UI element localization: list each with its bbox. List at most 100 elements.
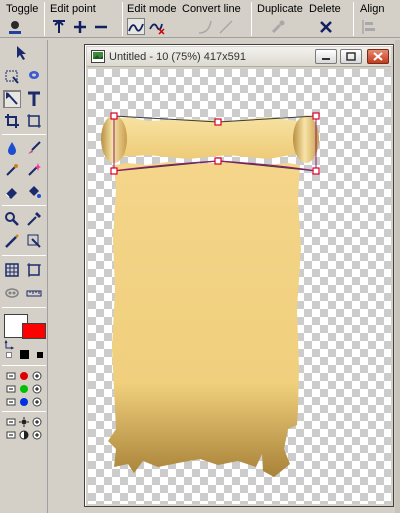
parchment-top-band — [110, 117, 302, 159]
convert-line-label: Convert line — [182, 3, 241, 15]
anchor-handle[interactable] — [110, 112, 118, 120]
ruler-icon — [26, 290, 42, 297]
edit-mode-delete-curve-button[interactable] — [148, 18, 166, 35]
parchment-scroll-artwork — [101, 112, 320, 477]
plus-icon — [74, 20, 86, 33]
edit-mode-curve-button[interactable] — [127, 18, 145, 35]
text-tool[interactable] — [25, 90, 43, 108]
brightness-indicator[interactable] — [18, 416, 30, 427]
add-point-button[interactable] — [71, 18, 89, 35]
channel-minus-button[interactable] — [5, 396, 17, 407]
blue-dot-icon — [20, 397, 28, 406]
document-title: Untitled - 10 (75%) 417x591 — [109, 51, 246, 63]
scroll-right-roll — [293, 115, 319, 163]
airbrush-tool[interactable] — [3, 161, 21, 179]
green-channel-dot[interactable] — [18, 383, 30, 394]
sun-icon — [19, 416, 29, 427]
swap-colors-button[interactable] — [4, 339, 16, 350]
small-black-swatch[interactable] — [37, 352, 43, 358]
select-point-button[interactable] — [50, 18, 68, 35]
anchor-handle[interactable] — [214, 157, 222, 165]
brightness-plus-button[interactable] — [31, 416, 43, 427]
anchor-handle[interactable] — [312, 112, 320, 120]
align-label: Align — [360, 3, 385, 15]
delete-button[interactable] — [317, 18, 335, 35]
brightness-minus-button[interactable] — [5, 416, 17, 427]
channel-plus-button[interactable] — [31, 396, 43, 407]
zoom-icon — [5, 212, 19, 226]
path-edit-icon — [6, 92, 18, 105]
airbrush-icon — [6, 164, 18, 176]
brush-tool[interactable] — [25, 139, 43, 157]
blue-channel-dot[interactable] — [18, 396, 30, 407]
green-dot-icon — [20, 384, 28, 393]
channel-minus-button[interactable] — [5, 383, 17, 394]
document-image-icon — [91, 50, 105, 63]
toggle-group: Toggle — [6, 0, 46, 38]
canvas-tool[interactable] — [25, 261, 43, 279]
convert-curve-button[interactable] — [196, 18, 214, 35]
eyedropper-tool[interactable] — [25, 210, 43, 228]
fill-bucket-icon — [8, 142, 16, 155]
anchor-handle[interactable] — [214, 118, 222, 126]
path-edit-tool[interactable] — [3, 90, 21, 108]
contrast-minus-button[interactable] — [5, 429, 17, 440]
contrast-row — [5, 429, 43, 440]
contrast-plus-button[interactable] — [31, 429, 43, 440]
red-channel-row — [5, 370, 43, 381]
mask-tool[interactable] — [3, 284, 21, 302]
background-color-swatch[interactable] — [22, 323, 46, 339]
channel-minus-button[interactable] — [5, 370, 17, 381]
toggle-button[interactable] — [6, 18, 24, 35]
eraser-tool[interactable] — [3, 183, 21, 201]
document-window: Untitled - 10 (75%) 417x591 — [84, 44, 394, 507]
minimize-button[interactable] — [315, 49, 337, 64]
maximize-icon — [346, 52, 356, 61]
image-canvas[interactable] — [88, 69, 391, 504]
clone-icon — [27, 234, 41, 248]
ruler-tool[interactable] — [25, 284, 43, 302]
minimize-icon — [322, 57, 330, 60]
duplicate-group: Duplicate — [257, 0, 305, 38]
duplicate-icon — [271, 20, 285, 33]
toggle-label: Toggle — [6, 3, 39, 15]
zoom-tool[interactable] — [3, 210, 21, 228]
remove-point-button[interactable] — [92, 18, 110, 35]
marquee-icon — [5, 70, 19, 84]
anchor-handle[interactable] — [110, 167, 118, 175]
tool-palette — [0, 40, 48, 513]
grid-tool[interactable] — [3, 261, 21, 279]
align-button[interactable] — [360, 18, 378, 35]
anchor-handle[interactable] — [312, 167, 320, 175]
red-channel-dot[interactable] — [18, 370, 30, 381]
brightness-row — [5, 416, 43, 427]
convert-straight-icon — [219, 19, 233, 34]
edit-point-label: Edit point — [50, 3, 96, 15]
delete-x-icon — [320, 20, 332, 33]
clone-tool[interactable] — [25, 232, 43, 250]
close-button[interactable] — [367, 49, 389, 64]
duplicate-label: Duplicate — [257, 3, 303, 15]
transform-tool[interactable] — [25, 112, 43, 130]
paint-bucket-tool[interactable] — [25, 183, 43, 201]
curve-delete-icon — [149, 23, 165, 35]
sparkle-brush-tool[interactable] — [25, 161, 43, 179]
lasso-tool[interactable] — [25, 67, 43, 85]
default-black-swatch[interactable] — [20, 350, 29, 359]
convert-straight-button[interactable] — [217, 18, 235, 35]
maximize-button[interactable] — [340, 49, 362, 64]
contrast-indicator[interactable] — [18, 429, 30, 440]
fill-tool[interactable] — [3, 139, 21, 157]
pointer-tool[interactable] — [13, 44, 31, 62]
minus-icon — [6, 385, 16, 392]
channel-plus-button[interactable] — [31, 383, 43, 394]
duplicate-button[interactable] — [269, 18, 287, 35]
default-white-swatch[interactable] — [6, 352, 12, 358]
eraser-icon — [5, 188, 17, 199]
pencil-tool[interactable] — [3, 232, 21, 250]
crop-tool[interactable] — [3, 112, 21, 130]
marquee-tool[interactable] — [3, 67, 21, 85]
channel-plus-button[interactable] — [31, 370, 43, 381]
document-titlebar[interactable]: Untitled - 10 (75%) 417x591 — [87, 47, 391, 67]
blue-channel-row — [5, 396, 43, 407]
